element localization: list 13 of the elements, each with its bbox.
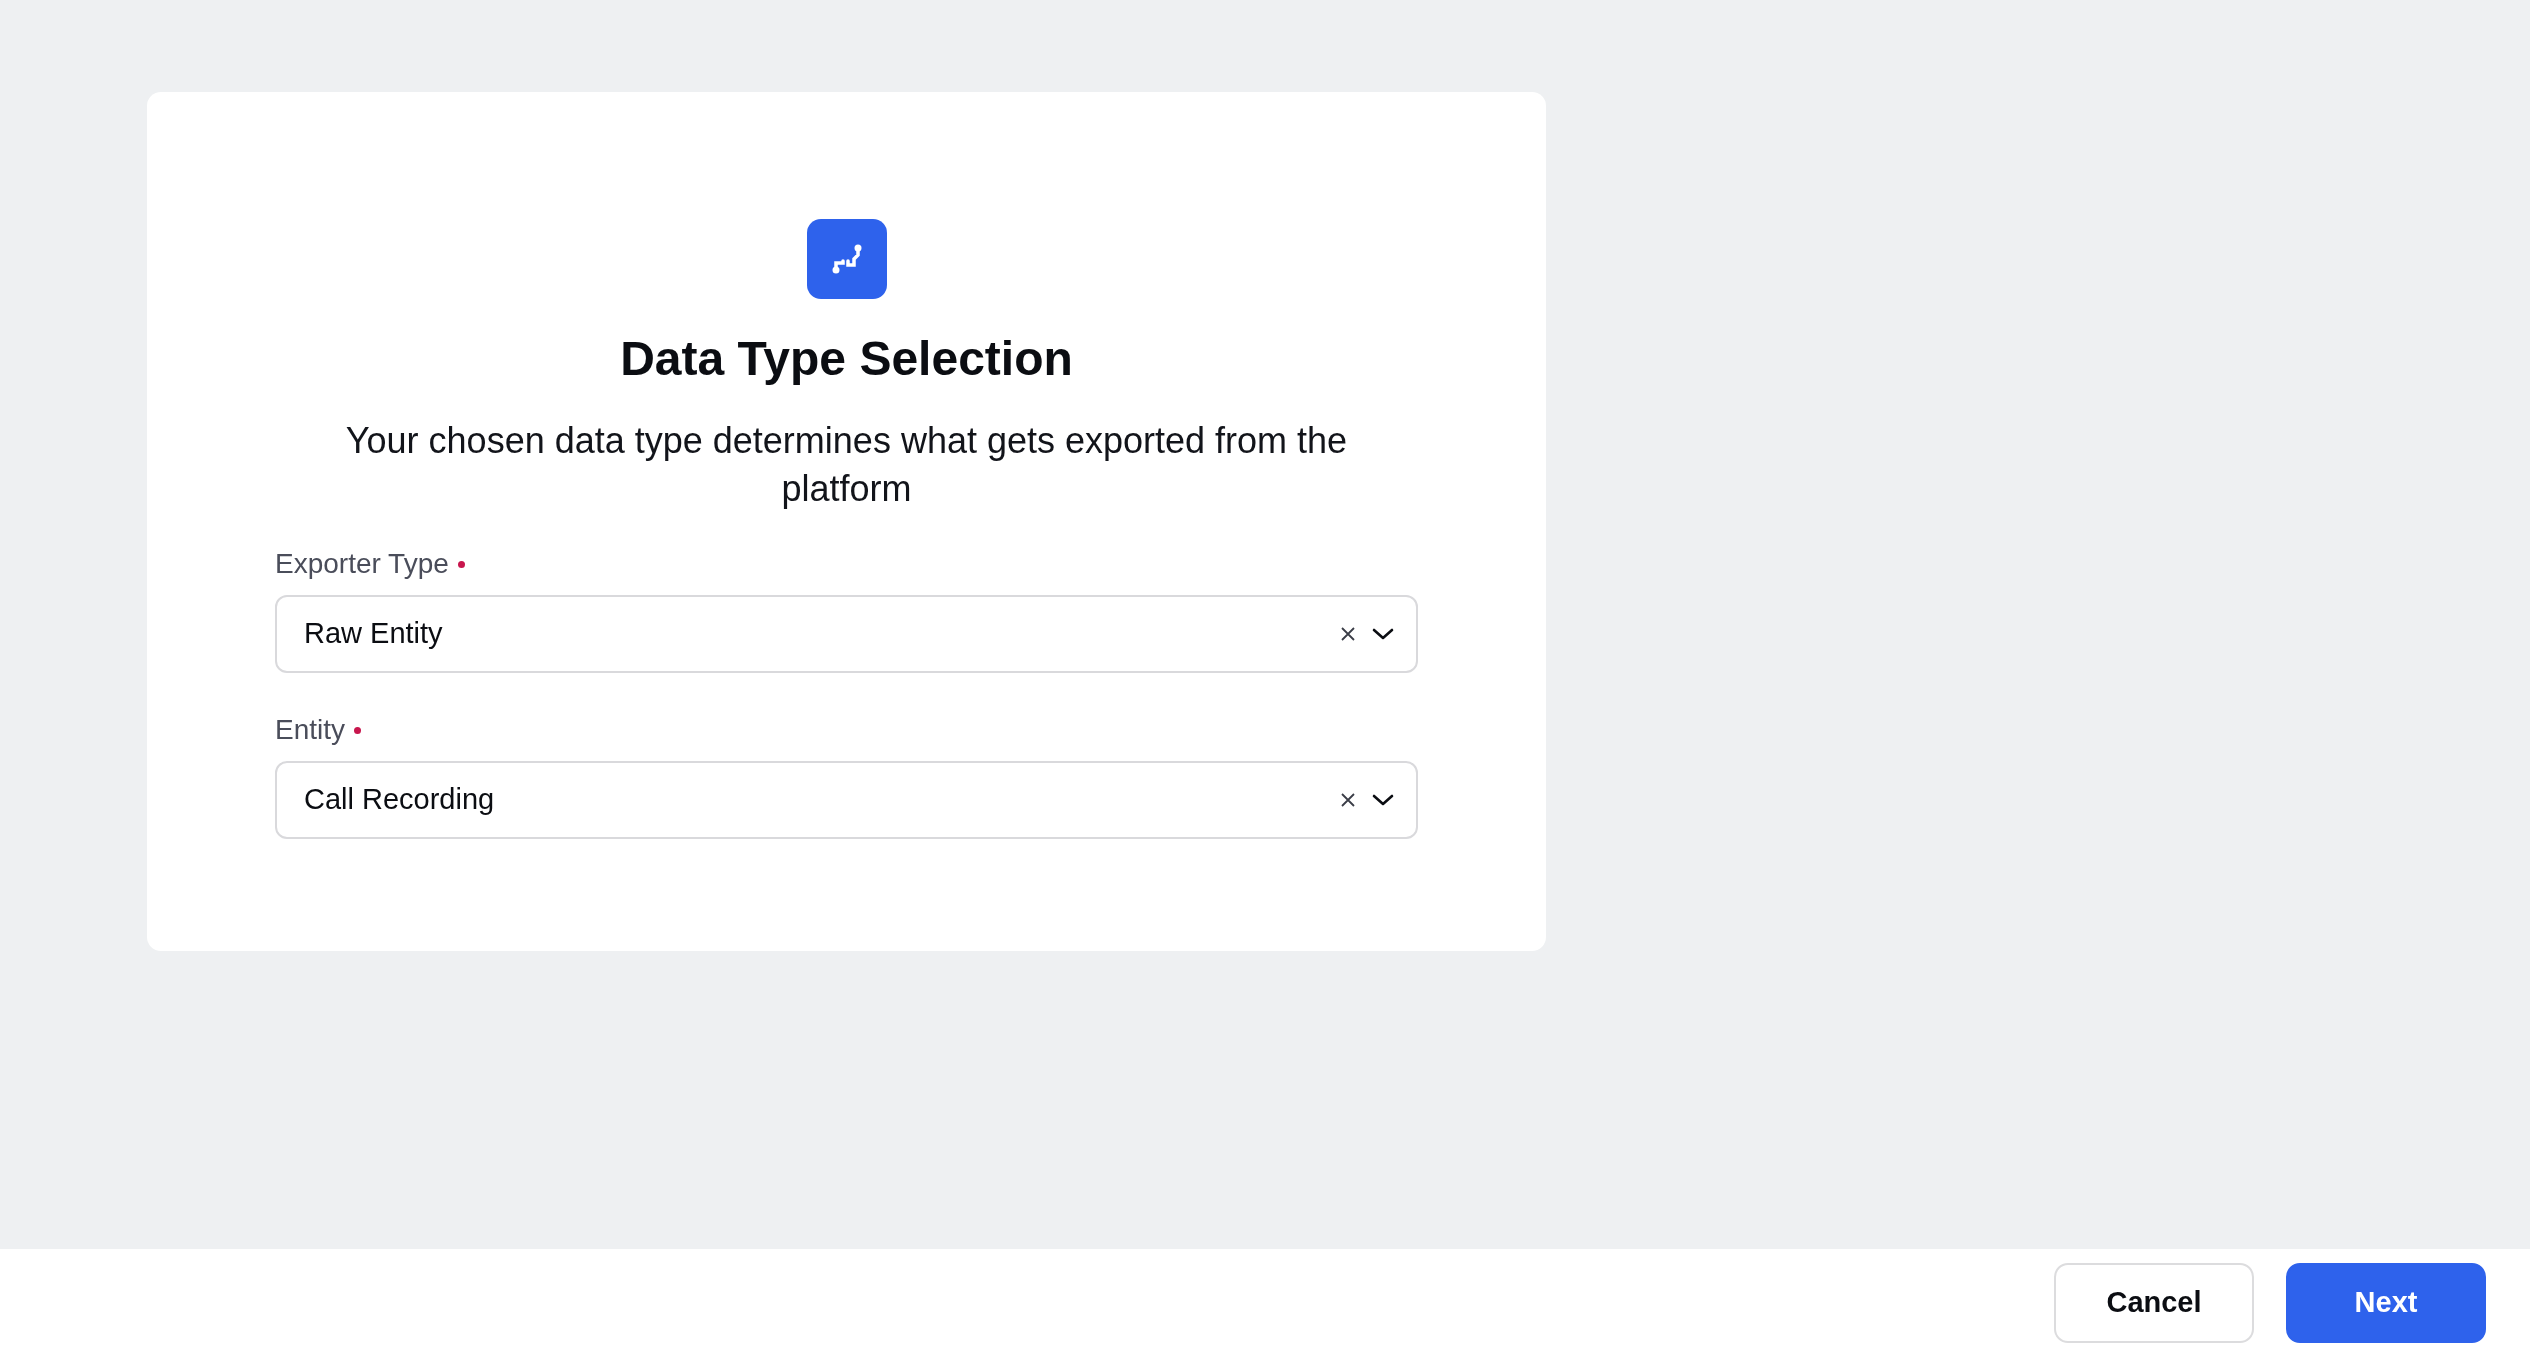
- clear-icon[interactable]: [1340, 792, 1356, 808]
- connector-icon: [806, 219, 887, 299]
- select-field[interactable]: Raw Entity: [275, 595, 1418, 673]
- select-field[interactable]: Call Recording: [275, 761, 1418, 839]
- chevron-down-icon[interactable]: [1372, 793, 1394, 807]
- dialog-title: Data Type Selection: [620, 331, 1073, 387]
- cancel-button[interactable]: Cancel: [2054, 1262, 2254, 1343]
- dialog-description: Your chosen data type determines what gets exported from the platform: [344, 419, 1349, 511]
- field-label: Entity: [275, 713, 346, 747]
- field-label: Exporter Type: [275, 547, 449, 581]
- next-button[interactable]: Next: [2286, 1262, 2486, 1343]
- chevron-down-icon[interactable]: [1372, 627, 1394, 641]
- clear-icon[interactable]: [1340, 626, 1356, 642]
